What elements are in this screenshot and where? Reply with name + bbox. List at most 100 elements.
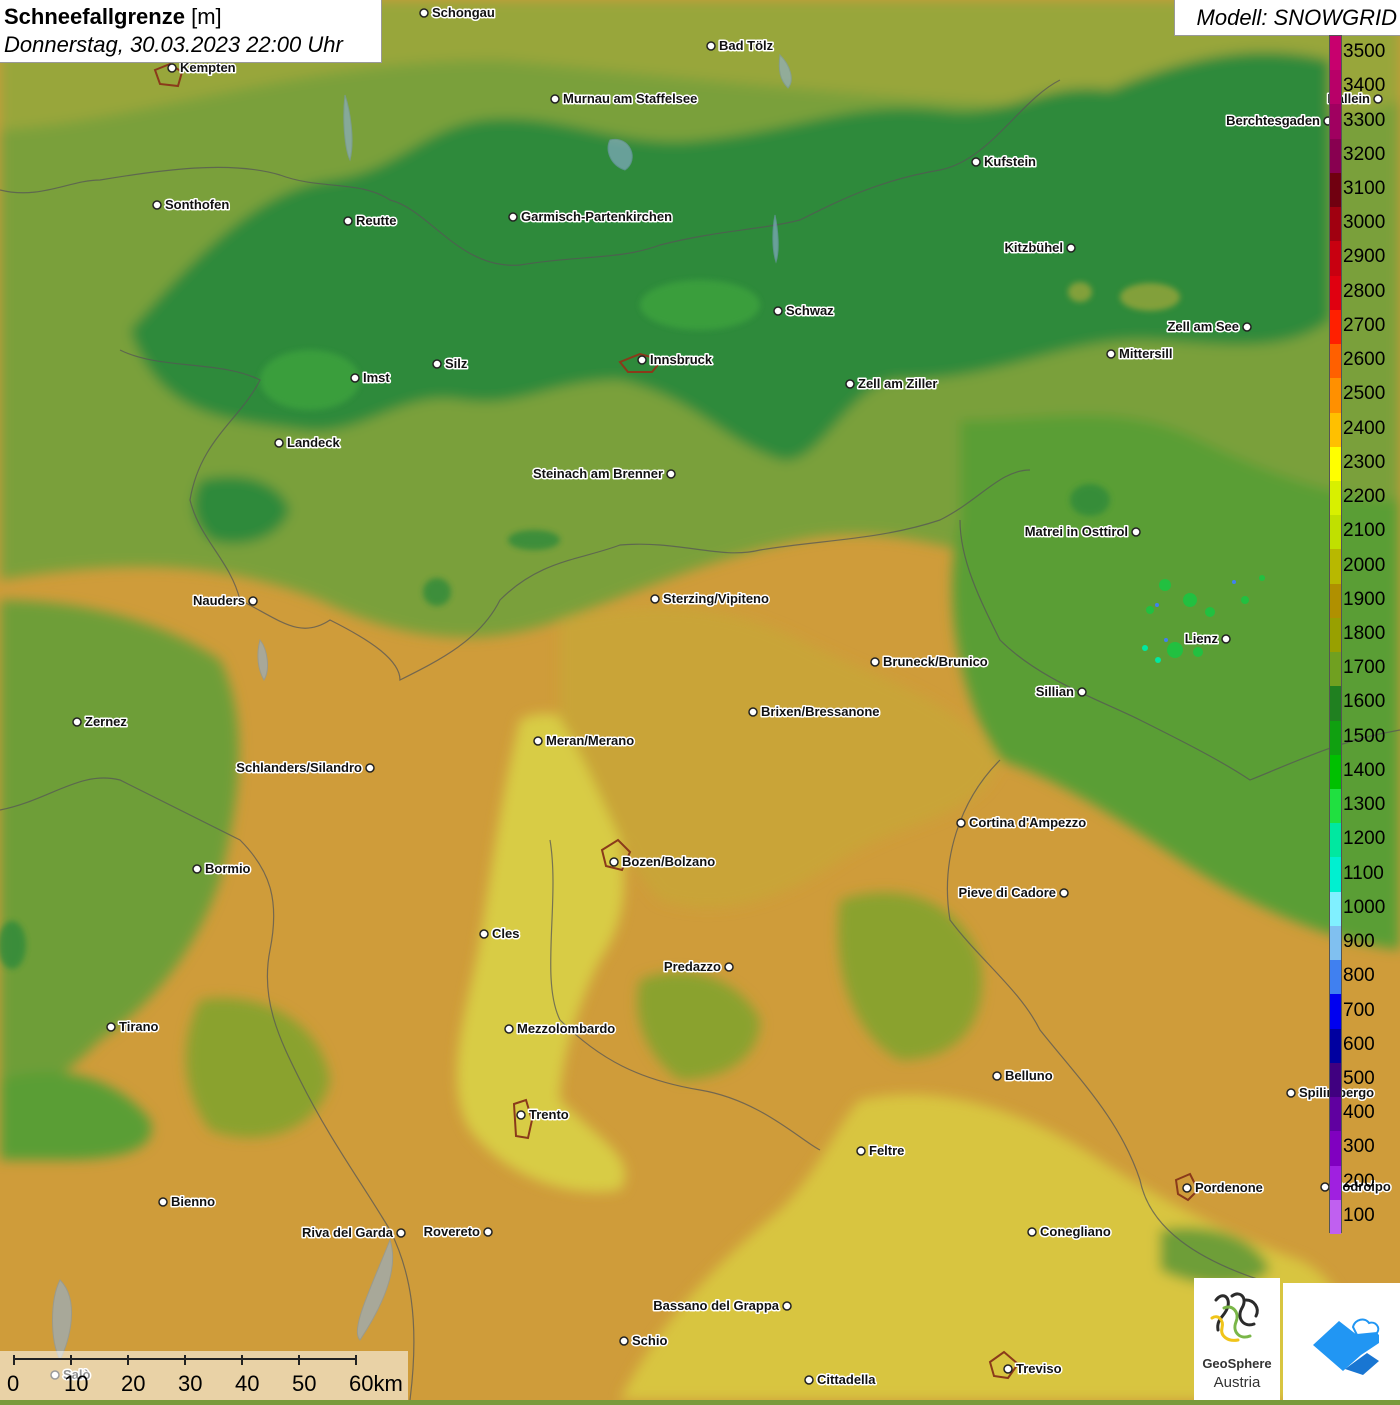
city-marker: Pieve di Cadore — [957, 884, 1069, 902]
city-label: Zell am See — [1167, 319, 1239, 334]
legend-color-step — [1330, 275, 1341, 311]
city-dot — [1003, 1364, 1013, 1374]
blob-dark-green-7 — [423, 578, 451, 606]
city-marker: Matrei in Osttirol — [1023, 523, 1141, 541]
scale-label: 60km — [349, 1371, 403, 1396]
city-dot — [167, 63, 177, 73]
city-dot — [1286, 1088, 1296, 1098]
legend-label: 1000 — [1343, 896, 1386, 918]
city-marker: Murnau am Staffelsee — [550, 90, 699, 108]
legend-label: 900 — [1343, 931, 1375, 953]
city-dot — [706, 41, 716, 51]
legend-color-step — [1330, 754, 1341, 790]
legend-label: 1200 — [1343, 828, 1386, 850]
city-label: Innsbruck — [650, 352, 713, 367]
geosphere-logo-line2: Austria — [1213, 1374, 1261, 1391]
city-label: Riva del Garda — [302, 1225, 394, 1240]
city-dot — [609, 857, 619, 867]
legend-color-step — [1330, 549, 1341, 585]
city-label: Schwaz — [786, 303, 834, 318]
city-label: Bassano del Grappa — [653, 1298, 779, 1313]
legend-label: 1800 — [1343, 623, 1386, 644]
city-label: Bruneck/Brunico — [883, 654, 988, 669]
city-label: Garmisch-Partenkirchen — [521, 209, 672, 224]
city-dot — [650, 594, 660, 604]
legend-label: 300 — [1343, 1136, 1375, 1158]
legend-label: 500 — [1343, 1067, 1375, 1089]
city-label: Cittadella — [817, 1372, 876, 1387]
legend-color-step — [1330, 36, 1341, 71]
blob-dark-green-8 — [508, 530, 560, 550]
app-logo[interactable] — [1283, 1283, 1400, 1400]
blob-dark-green-5 — [1070, 484, 1110, 516]
legend-label: 1700 — [1343, 657, 1386, 679]
city-marker: Pordenone — [1182, 1179, 1264, 1197]
city-dot — [1182, 1183, 1192, 1193]
model-panel: Modell: SNOWGRID — [1174, 0, 1400, 36]
legend-color-step — [1330, 241, 1341, 277]
legend-label: 600 — [1343, 1033, 1375, 1055]
legend-color-step — [1330, 1131, 1341, 1167]
city-dot — [666, 469, 676, 479]
scale-label: 40 — [235, 1371, 260, 1396]
city-label: Steinach am Brenner — [533, 466, 663, 481]
legend-color-step — [1330, 960, 1341, 995]
city-dot — [1106, 349, 1116, 359]
city-dot — [365, 763, 375, 773]
legend-color-step — [1330, 1028, 1341, 1064]
city-label: Sonthofen — [165, 197, 229, 212]
city-dot — [106, 1022, 116, 1032]
legend-color-step — [1330, 1097, 1341, 1132]
blob-light-green-2 — [260, 350, 360, 410]
legend-color-step — [1330, 412, 1341, 448]
legend-label: 2200 — [1343, 486, 1386, 508]
legend-color-step — [1330, 617, 1341, 653]
legend-label: 400 — [1343, 1102, 1375, 1124]
legend-color-step — [1330, 686, 1341, 722]
scale-label: 0 — [7, 1371, 20, 1396]
city-marker: Innsbruck — [637, 351, 714, 369]
legend-color-step — [1330, 857, 1341, 893]
legend-color-step — [1330, 344, 1341, 379]
legend-label: 1600 — [1343, 691, 1386, 713]
city-marker: Steinach am Brenner — [531, 465, 676, 483]
legend-label: 2800 — [1343, 280, 1386, 302]
snowfall-limit-map[interactable]: SchongauBad TölzKemptenMurnau am Staffel… — [0, 0, 1400, 1400]
city-label: Predazzo — [664, 959, 721, 974]
city-dot — [956, 818, 966, 828]
geosphere-logo[interactable]: GeoSphere Austria — [1194, 1278, 1280, 1400]
city-dot — [72, 717, 82, 727]
city-dot — [1077, 687, 1087, 697]
city-dot — [637, 355, 647, 365]
legend-label: 1500 — [1343, 725, 1386, 747]
legend-color-step — [1330, 480, 1341, 516]
city-label: Trento — [529, 1107, 569, 1122]
city-dot — [508, 212, 518, 222]
legend-color-step — [1330, 583, 1341, 619]
city-marker: Zell am Ziller — [845, 375, 939, 393]
city-label: Bozen/Bolzano — [622, 854, 715, 869]
legend-label: 3400 — [1343, 75, 1386, 97]
city-label: Mittersill — [1119, 346, 1172, 361]
city-dot — [504, 1024, 514, 1034]
city-label: Rovereto — [424, 1224, 480, 1239]
city-label: Feltre — [869, 1143, 904, 1158]
legend-color-step — [1330, 925, 1341, 961]
legend-color-step — [1330, 720, 1341, 756]
city-marker: Schlanders/Silandro — [235, 759, 375, 777]
city-label: Reutte — [356, 213, 396, 228]
legend-color-step — [1330, 446, 1341, 482]
city-dot — [533, 736, 543, 746]
city-label: Lienz — [1185, 631, 1219, 646]
city-label: Treviso — [1016, 1361, 1062, 1376]
city-dot — [152, 200, 162, 210]
city-dot — [992, 1071, 1002, 1081]
blob-light-green-1 — [640, 280, 760, 330]
legend-label: 100 — [1343, 1204, 1375, 1226]
legend-label: 1300 — [1343, 794, 1386, 816]
city-dot — [619, 1336, 629, 1346]
legend-label: 800 — [1343, 965, 1375, 987]
city-label: Schongau — [432, 5, 495, 20]
legend-label: 2500 — [1343, 383, 1386, 405]
city-dot — [1221, 634, 1231, 644]
